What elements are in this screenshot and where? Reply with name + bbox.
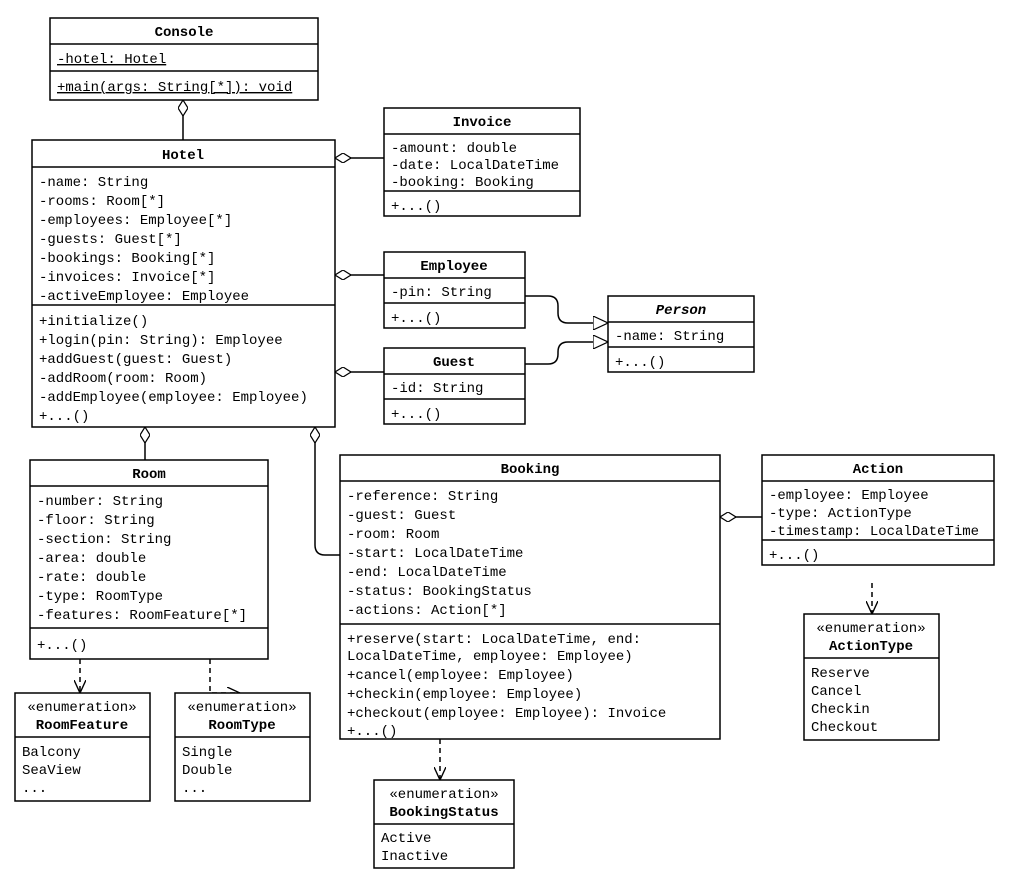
console-title: Console bbox=[155, 25, 214, 41]
svg-text:-id: String: -id: String bbox=[391, 381, 483, 397]
svg-text:+...(): +...() bbox=[769, 548, 819, 564]
svg-text:-room: Room: -room: Room bbox=[347, 527, 439, 543]
svg-text:+addGuest(guest: Guest): +addGuest(guest: Guest) bbox=[39, 352, 232, 368]
svg-text:-rate: double: -rate: double bbox=[37, 570, 146, 586]
svg-text:-reference: String: -reference: String bbox=[347, 489, 498, 505]
svg-text:-features: RoomFeature[*]: -features: RoomFeature[*] bbox=[37, 608, 247, 624]
svg-text:-bookings: Booking[*]: -bookings: Booking[*] bbox=[39, 251, 215, 267]
enum-roomfeature: «enumeration» RoomFeature Balcony SeaVie… bbox=[15, 693, 150, 801]
svg-text:+...(): +...() bbox=[347, 724, 397, 740]
svg-text:...: ... bbox=[182, 781, 207, 797]
svg-text:+...(): +...() bbox=[391, 407, 441, 423]
svg-text:-invoices: Invoice[*]: -invoices: Invoice[*] bbox=[39, 270, 215, 286]
svg-text:-booking: Booking: -booking: Booking bbox=[391, 175, 534, 191]
svg-text:«enumeration»: «enumeration» bbox=[816, 621, 925, 637]
svg-text:-amount: double: -amount: double bbox=[391, 141, 517, 157]
svg-text:«enumeration»: «enumeration» bbox=[27, 700, 136, 716]
svg-text:-actions: Action[*]: -actions: Action[*] bbox=[347, 603, 507, 619]
svg-text:Double: Double bbox=[182, 763, 232, 779]
rel-guest-person bbox=[525, 342, 608, 364]
svg-text:+...(): +...() bbox=[391, 199, 441, 215]
svg-text:-area: double: -area: double bbox=[37, 551, 146, 567]
svg-text:Booking: Booking bbox=[501, 462, 560, 478]
class-employee: Employee -pin: String +...() bbox=[384, 252, 525, 328]
console-op-0: +main(args: String[*]): void bbox=[57, 80, 292, 96]
svg-text:+...(): +...() bbox=[39, 409, 89, 425]
enum-roomtype: «enumeration» RoomType Single Double ... bbox=[175, 693, 310, 801]
rel-room-roomtype bbox=[210, 659, 240, 693]
svg-text:-pin: String: -pin: String bbox=[391, 285, 492, 301]
svg-text:-number: String: -number: String bbox=[37, 494, 163, 510]
svg-text:+...(): +...() bbox=[615, 355, 665, 371]
svg-text:ActionType: ActionType bbox=[829, 639, 913, 655]
svg-text:+reserve(start: LocalDateTime,: +reserve(start: LocalDateTime, end: bbox=[347, 632, 641, 648]
svg-text:-guests: Guest[*]: -guests: Guest[*] bbox=[39, 232, 182, 248]
enum-bookingstatus: «enumeration» BookingStatus Active Inact… bbox=[374, 780, 514, 868]
class-room: Room -number: String -floor: String -sec… bbox=[30, 460, 268, 659]
svg-text:+...(): +...() bbox=[391, 311, 441, 327]
svg-text:Checkout: Checkout bbox=[811, 720, 878, 736]
svg-text:-floor: String: -floor: String bbox=[37, 513, 155, 529]
svg-text:«enumeration»: «enumeration» bbox=[187, 700, 296, 716]
svg-text:Person: Person bbox=[656, 303, 706, 319]
console-attr-0: -hotel: Hotel bbox=[57, 52, 166, 68]
svg-text:Guest: Guest bbox=[433, 355, 475, 371]
class-console: Console -hotel: Hotel +main(args: String… bbox=[50, 18, 318, 100]
svg-text:-end: LocalDateTime: -end: LocalDateTime bbox=[347, 565, 507, 581]
svg-text:Active: Active bbox=[381, 831, 431, 847]
svg-text:+checkin(employee: Employee): +checkin(employee: Employee) bbox=[347, 687, 582, 703]
svg-text:-status: BookingStatus: -status: BookingStatus bbox=[347, 584, 532, 600]
svg-text:-section: String: -section: String bbox=[37, 532, 171, 548]
hotel-title: Hotel bbox=[162, 148, 204, 164]
svg-text:+login(pin: String): Employee: +login(pin: String): Employee bbox=[39, 333, 283, 349]
svg-text:-name: String: -name: String bbox=[39, 175, 148, 191]
uml-class-diagram: Console -hotel: Hotel +main(args: String… bbox=[0, 0, 1024, 884]
svg-text:-name: String: -name: String bbox=[615, 329, 724, 345]
svg-text:Action: Action bbox=[853, 462, 903, 478]
svg-text:Cancel: Cancel bbox=[811, 684, 861, 700]
svg-text:-date: LocalDateTime: -date: LocalDateTime bbox=[391, 158, 559, 174]
enum-actiontype: «enumeration» ActionType Reserve Cancel … bbox=[804, 614, 939, 740]
class-invoice: Invoice -amount: double -date: LocalDate… bbox=[384, 108, 580, 216]
class-action: Action -employee: Employee -type: Action… bbox=[762, 455, 994, 565]
svg-text:-rooms: Room[*]: -rooms: Room[*] bbox=[39, 194, 165, 210]
svg-text:RoomType: RoomType bbox=[208, 718, 275, 734]
svg-text:+checkout(employee: Employee):: +checkout(employee: Employee): Invoice bbox=[347, 706, 666, 722]
svg-text:Single: Single bbox=[182, 745, 232, 761]
svg-text:-addEmployee(employee: Employe: -addEmployee(employee: Employee) bbox=[39, 390, 308, 406]
svg-text:Reserve: Reserve bbox=[811, 666, 870, 682]
svg-text:Employee: Employee bbox=[420, 259, 487, 275]
class-person: Person -name: String +...() bbox=[608, 296, 754, 372]
svg-text:«enumeration»: «enumeration» bbox=[389, 787, 498, 803]
rel-hotel-booking bbox=[315, 427, 340, 555]
svg-text:-timestamp: LocalDateTime: -timestamp: LocalDateTime bbox=[769, 524, 979, 540]
svg-text:-guest: Guest: -guest: Guest bbox=[347, 508, 456, 524]
svg-text:Room: Room bbox=[132, 467, 166, 483]
svg-text:+...(): +...() bbox=[37, 638, 87, 654]
svg-text:+initialize(): +initialize() bbox=[39, 314, 148, 330]
svg-text:SeaView: SeaView bbox=[22, 763, 81, 779]
svg-text:Inactive: Inactive bbox=[381, 849, 448, 865]
svg-text:Invoice: Invoice bbox=[453, 115, 512, 131]
svg-text:-type: ActionType: -type: ActionType bbox=[769, 506, 912, 522]
svg-text:Balcony: Balcony bbox=[22, 745, 81, 761]
svg-text:Checkin: Checkin bbox=[811, 702, 870, 718]
class-guest: Guest -id: String +...() bbox=[384, 348, 525, 424]
svg-text:-start: LocalDateTime: -start: LocalDateTime bbox=[347, 546, 523, 562]
svg-text:RoomFeature: RoomFeature bbox=[36, 718, 128, 734]
svg-text:BookingStatus: BookingStatus bbox=[389, 805, 498, 821]
svg-text:LocalDateTime, employee: Emplo: LocalDateTime, employee: Employee) bbox=[347, 649, 633, 665]
svg-text:-addRoom(room: Room): -addRoom(room: Room) bbox=[39, 371, 207, 387]
class-hotel: Hotel -name: String -rooms: Room[*] -emp… bbox=[32, 140, 335, 427]
class-booking: Booking -reference: String -guest: Guest… bbox=[340, 455, 720, 740]
svg-text:-activeEmployee: Employee: -activeEmployee: Employee bbox=[39, 289, 249, 305]
rel-employee-person bbox=[525, 296, 608, 323]
svg-text:+cancel(employee: Employee): +cancel(employee: Employee) bbox=[347, 668, 574, 684]
svg-text:-employees: Employee[*]: -employees: Employee[*] bbox=[39, 213, 232, 229]
svg-text:...: ... bbox=[22, 781, 47, 797]
svg-text:-type: RoomType: -type: RoomType bbox=[37, 589, 163, 605]
svg-text:-employee: Employee: -employee: Employee bbox=[769, 488, 929, 504]
